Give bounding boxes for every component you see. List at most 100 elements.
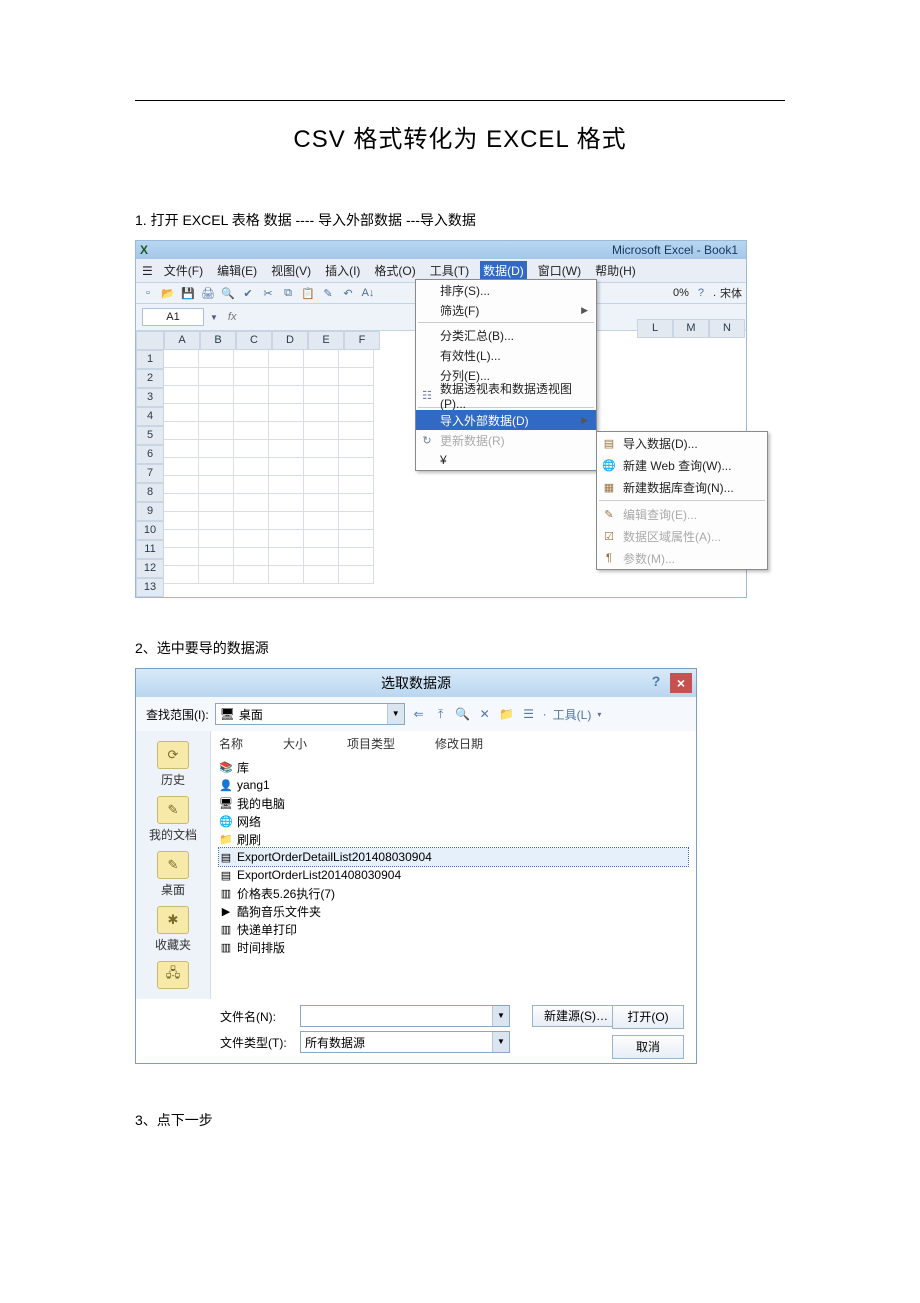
cell[interactable] <box>234 422 269 440</box>
cell[interactable] <box>339 494 374 512</box>
column-header[interactable]: B <box>200 331 236 350</box>
search-icon[interactable]: 🔍 <box>455 707 471 721</box>
cell[interactable] <box>164 548 199 566</box>
cell[interactable] <box>234 386 269 404</box>
file-item[interactable]: ▤ExportOrderList201408030904 <box>219 866 688 884</box>
menu-item[interactable]: ☷数据透视表和数据透视图(P)... <box>416 385 596 405</box>
views-icon[interactable]: ☰ <box>521 707 537 721</box>
cell[interactable] <box>234 512 269 530</box>
cell[interactable] <box>199 368 234 386</box>
cell[interactable] <box>304 566 339 584</box>
tools-menu[interactable]: 工具(L) <box>553 706 592 723</box>
cell[interactable] <box>339 386 374 404</box>
cell[interactable] <box>269 440 304 458</box>
row-header[interactable]: 3 <box>136 388 164 407</box>
cell[interactable] <box>199 440 234 458</box>
fx-label[interactable]: fx <box>222 311 243 323</box>
row-header[interactable]: 11 <box>136 540 164 559</box>
cell[interactable] <box>339 422 374 440</box>
column-header[interactable]: M <box>673 319 709 338</box>
column-header[interactable]: C <box>236 331 272 350</box>
cell[interactable] <box>199 494 234 512</box>
filename-input[interactable]: ▼ <box>300 1005 510 1027</box>
row-header[interactable]: 4 <box>136 407 164 426</box>
cell[interactable] <box>304 350 339 368</box>
cell[interactable] <box>339 476 374 494</box>
undo-icon[interactable]: ↶ <box>340 285 356 301</box>
row-header[interactable]: 1 <box>136 350 164 369</box>
chevron-down-icon[interactable]: ▼ <box>492 1006 509 1026</box>
cell[interactable] <box>269 512 304 530</box>
cell[interactable] <box>304 548 339 566</box>
cell[interactable] <box>339 404 374 422</box>
font-name[interactable]: 宋体 <box>720 285 742 301</box>
file-item[interactable]: ▥时间排版 <box>219 938 688 956</box>
cell[interactable] <box>269 368 304 386</box>
namebox-dropdown-icon[interactable]: ▼ <box>210 313 218 322</box>
row-header[interactable]: 6 <box>136 445 164 464</box>
preview-icon[interactable]: 🔍 <box>220 285 236 301</box>
new-source-button[interactable]: 新建源(S)… <box>532 1005 620 1027</box>
cell[interactable] <box>234 494 269 512</box>
cell[interactable] <box>339 350 374 368</box>
column-header[interactable]: L <box>637 319 673 338</box>
cell[interactable] <box>234 404 269 422</box>
place-item[interactable]: ✎桌面 <box>157 851 189 898</box>
menu-item[interactable]: 插入(I) <box>322 261 363 280</box>
cell[interactable] <box>304 404 339 422</box>
row-header[interactable]: 12 <box>136 559 164 578</box>
menu-item[interactable]: 导入外部数据(D)▶ <box>416 410 596 430</box>
cell[interactable] <box>304 440 339 458</box>
cell[interactable] <box>234 548 269 566</box>
cell[interactable] <box>234 566 269 584</box>
file-item[interactable]: 👤yang1 <box>219 776 688 794</box>
cut-icon[interactable]: ✂ <box>260 285 276 301</box>
menu-item[interactable]: 排序(S)... <box>416 280 596 300</box>
menu-item[interactable]: 有效性(L)... <box>416 345 596 365</box>
cell[interactable] <box>339 440 374 458</box>
name-box[interactable]: A1 <box>142 308 204 326</box>
new-folder-icon[interactable]: 📁 <box>499 707 515 721</box>
cell[interactable] <box>304 386 339 404</box>
cell[interactable] <box>339 458 374 476</box>
cell[interactable] <box>339 566 374 584</box>
cell[interactable] <box>304 530 339 548</box>
cell[interactable] <box>234 530 269 548</box>
place-item[interactable]: ✱收藏夹 <box>155 906 191 953</box>
column-header[interactable]: E <box>308 331 344 350</box>
zoom-value[interactable]: 0% <box>673 287 689 299</box>
cell[interactable] <box>269 386 304 404</box>
cell[interactable] <box>304 476 339 494</box>
cell[interactable] <box>164 440 199 458</box>
place-item[interactable]: ⟳历史 <box>157 741 189 788</box>
cell[interactable] <box>164 404 199 422</box>
format-painter-icon[interactable]: ✎ <box>320 285 336 301</box>
column-header[interactable]: N <box>709 319 745 338</box>
file-item[interactable]: 🖥我的电脑 <box>219 794 688 812</box>
cell[interactable] <box>234 476 269 494</box>
column-header[interactable]: D <box>272 331 308 350</box>
lookin-combo[interactable]: 🖥 桌面 ▼ <box>215 703 405 725</box>
menu-item[interactable]: 数据(D) <box>480 261 527 280</box>
cell[interactable] <box>164 422 199 440</box>
menu-item[interactable]: 工具(T) <box>427 261 472 280</box>
menu-item[interactable]: 分类汇总(B)... <box>416 325 596 345</box>
file-item[interactable]: 📁刷刷 <box>219 830 688 848</box>
row-header[interactable]: 8 <box>136 483 164 502</box>
cell[interactable] <box>199 404 234 422</box>
cell[interactable] <box>164 368 199 386</box>
file-item[interactable]: ▥快递单打印 <box>219 920 688 938</box>
sort-asc-icon[interactable]: A↓ <box>360 285 376 301</box>
row-header[interactable]: 7 <box>136 464 164 483</box>
delete-icon[interactable]: ✕ <box>477 707 493 721</box>
cell[interactable] <box>234 350 269 368</box>
cell[interactable] <box>164 566 199 584</box>
cell[interactable] <box>199 566 234 584</box>
menu-item[interactable]: 文件(F) <box>161 261 206 280</box>
cell[interactable] <box>304 494 339 512</box>
cell[interactable] <box>199 530 234 548</box>
print-icon[interactable]: 🖨 <box>200 285 216 301</box>
row-header[interactable]: 13 <box>136 578 164 597</box>
place-item-network[interactable]: 🖧 <box>157 961 189 989</box>
cell[interactable] <box>304 458 339 476</box>
